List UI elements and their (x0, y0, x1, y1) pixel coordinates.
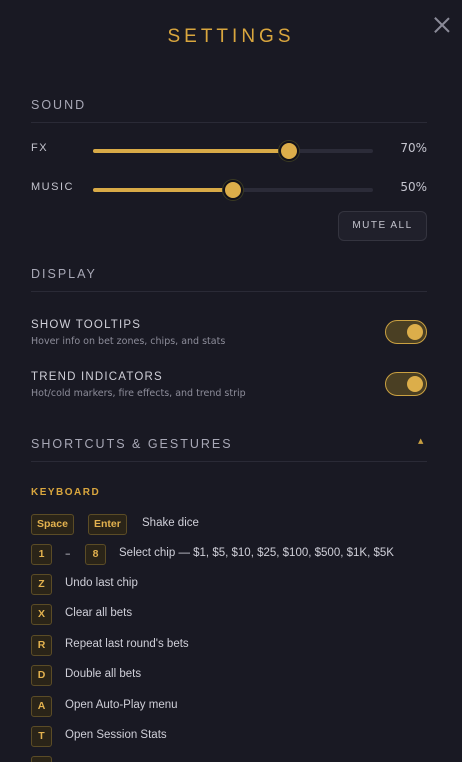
music-slider-fill (93, 188, 233, 192)
show-tooltips-desc: Hover info on bet zones, chips, and stat… (31, 336, 226, 347)
music-slider-thumb[interactable] (223, 180, 243, 200)
shortcut-desc: Select chip — $1, $5, $10, $25, $100, $5… (119, 547, 394, 559)
divider (31, 291, 427, 292)
divider (31, 461, 427, 462)
music-value: 50% (400, 180, 427, 194)
music-slider[interactable] (93, 180, 373, 200)
caret-up-icon[interactable]: ▲ (418, 437, 423, 445)
shortcut-desc: Repeat last round's bets (65, 638, 189, 650)
settings-panel: SETTINGS SOUND FX 70% MUSIC 50% MUTE ALL… (0, 0, 462, 762)
show-tooltips-toggle[interactable] (385, 320, 427, 344)
section-heading-shortcuts[interactable]: SHORTCUTS & GESTURES (31, 437, 233, 451)
keyboard-heading: KEYBOARD (31, 487, 101, 498)
shortcut-desc: Clear all bets (65, 607, 133, 619)
key-space: Space (31, 514, 74, 535)
toggle-knob (407, 324, 423, 340)
key-enter: Enter (88, 514, 127, 535)
key-t: T (31, 726, 52, 747)
shortcut-desc: Shake dice (142, 517, 199, 529)
fx-value: 70% (400, 141, 427, 155)
shortcut-desc: Open Session Stats (65, 729, 167, 741)
key-r: R (31, 635, 52, 656)
key-d: D (31, 665, 52, 686)
key-partial (31, 756, 52, 762)
section-heading-display: DISPLAY (31, 267, 97, 281)
show-tooltips-title: SHOW TOOLTIPS (31, 319, 142, 331)
key-x: X (31, 604, 52, 625)
shortcut-desc: Double all bets (65, 668, 142, 680)
section-heading-sound: SOUND (31, 98, 87, 112)
mute-all-button[interactable]: MUTE ALL (338, 211, 427, 241)
fx-label: FX (31, 142, 49, 154)
music-label: MUSIC (31, 181, 74, 193)
page-title: SETTINGS (167, 26, 295, 47)
key-1: 1 (31, 544, 52, 565)
range-dash: – (65, 547, 71, 560)
toggle-knob (407, 376, 423, 392)
trend-indicators-title: TREND INDICATORS (31, 371, 163, 383)
fx-slider-thumb[interactable] (279, 141, 299, 161)
key-z: Z (31, 574, 52, 595)
key-a: A (31, 696, 52, 717)
key-8: 8 (85, 544, 106, 565)
trend-indicators-desc: Hot/cold markers, fire effects, and tren… (31, 388, 246, 399)
fx-slider-fill (93, 149, 289, 153)
shortcut-desc: Undo last chip (65, 577, 138, 589)
divider (31, 122, 427, 123)
trend-indicators-toggle[interactable] (385, 372, 427, 396)
close-icon[interactable] (432, 15, 452, 35)
shortcut-desc: Open Auto-Play menu (65, 699, 178, 711)
fx-slider[interactable] (93, 141, 373, 161)
